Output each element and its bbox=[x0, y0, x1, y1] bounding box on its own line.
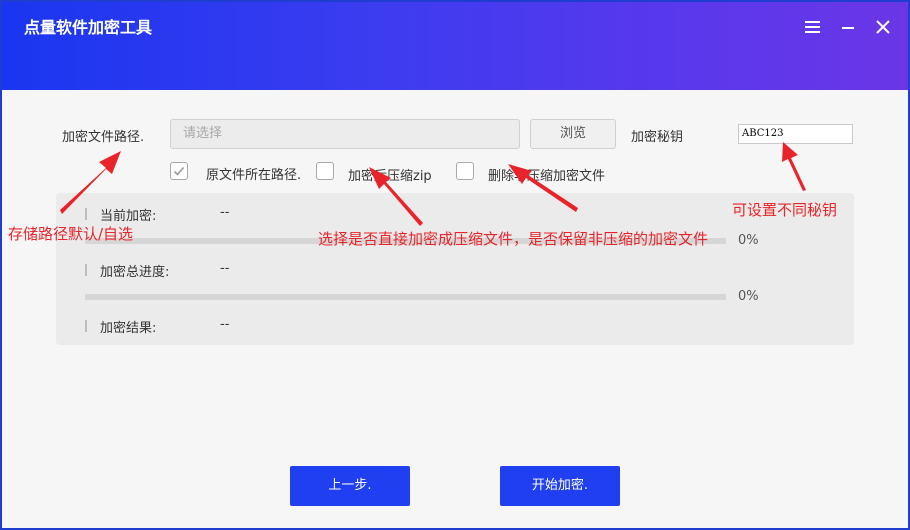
key-note: 可设置不同秘钥 bbox=[732, 201, 838, 219]
path-note: 存储路径默认/自选 bbox=[8, 225, 134, 243]
app-window: 点量软件加密工具 加密文件路径. 请选择 浏览 加密秘钥 ABC123 原文件所… bbox=[0, 0, 910, 530]
options-note: 选择是否直接加密成压缩文件，是否保留非压缩的加密文件 bbox=[318, 230, 709, 248]
annotation-arrows bbox=[60, 142, 806, 226]
